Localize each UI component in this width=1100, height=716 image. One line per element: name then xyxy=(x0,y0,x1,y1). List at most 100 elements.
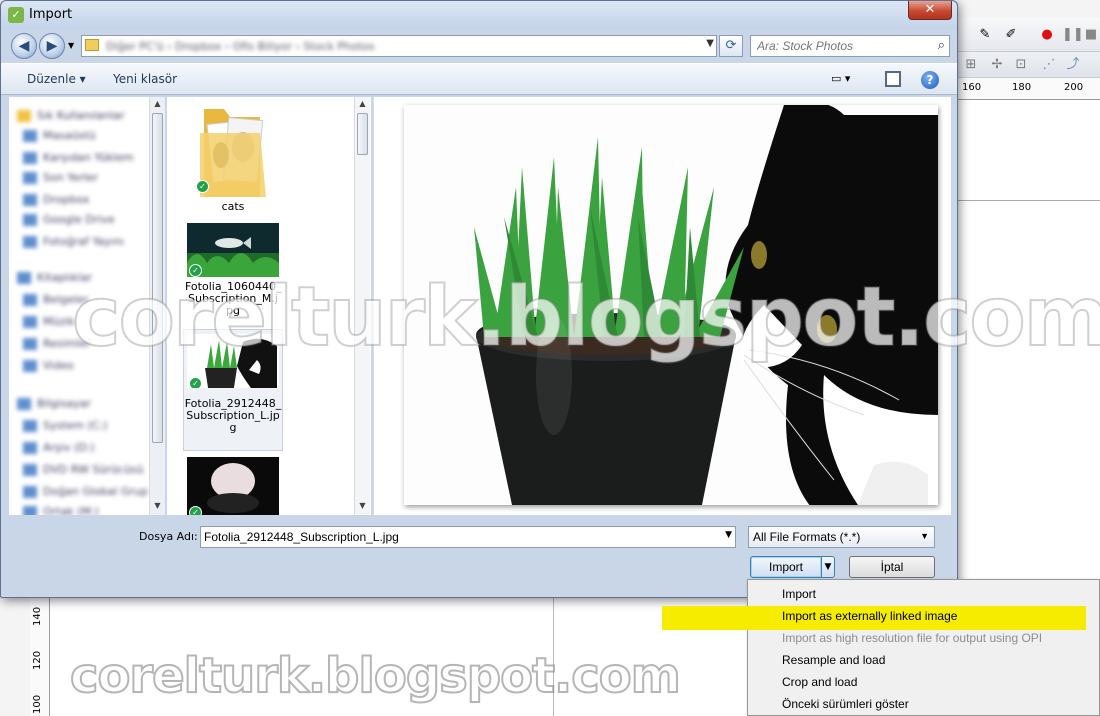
nav-folder-icon xyxy=(17,272,31,284)
list-item-selected[interactable]: ✓ Fotolia_2912448_ Subscription_L.jp g xyxy=(183,329,283,451)
nav-folder-icon xyxy=(23,420,37,432)
view-icon: ▭ ▾ xyxy=(831,72,851,85)
sidebar-item[interactable]: Dropbox xyxy=(23,193,89,209)
sidebar-item[interactable]: System (C:) xyxy=(23,419,108,435)
sidebar-item[interactable]: Son Yerler xyxy=(23,171,98,187)
tool-icon[interactable]: ✐ xyxy=(1002,26,1020,44)
import-dialog: ✓ Import ✕ ◀ ▶ ▼ Diğer PC'ü › Dropbox › … xyxy=(0,0,958,598)
refresh-button[interactable]: ⟳ xyxy=(719,35,743,57)
ruler-tick-label: 120 xyxy=(32,650,43,670)
filename-combobox[interactable]: ▼ xyxy=(200,526,736,548)
aquarium-thumbnail: ✓ xyxy=(187,223,279,277)
sync-check-icon: ✓ xyxy=(196,180,209,193)
nav-folder-icon xyxy=(23,506,37,515)
search-box[interactable]: ⌕ xyxy=(750,35,950,57)
import-options-menu: Import Import as externally linked image… xyxy=(662,579,1100,716)
list-item[interactable]: ✓ Fotolia_1060440_ Subscription_M.j pg xyxy=(185,223,282,317)
search-input[interactable] xyxy=(757,38,927,54)
address-bar[interactable]: Diğer PC'ü › Dropbox › Ofis Biliyor › St… xyxy=(81,35,717,57)
sidebar-item[interactable]: Resimler xyxy=(23,337,91,353)
menu-item-import-opi: Import as high resolution file for outpu… xyxy=(782,631,1043,645)
chevron-down-icon[interactable]: ▼ xyxy=(725,530,732,540)
nav-folder-icon xyxy=(23,214,37,226)
menu-item-previous-versions[interactable]: Önceki sürümleri göster xyxy=(782,694,909,714)
ruler-tick-label: 140 xyxy=(32,606,43,626)
record-icon[interactable]: ● xyxy=(1038,26,1056,44)
file-format-select[interactable]: All File Formats (*.*) ▼ xyxy=(748,526,935,548)
file-format-value: All File Formats (*.*) xyxy=(753,530,861,544)
search-icon[interactable]: ⌕ xyxy=(938,38,945,53)
menu-item-import[interactable]: Import xyxy=(782,584,816,604)
snap-icon[interactable]: ⊞ xyxy=(962,56,980,74)
pause-icon[interactable]: ❚❚ xyxy=(1062,26,1084,44)
breadcrumb[interactable]: Diğer PC'ü › Dropbox › Ofis Biliyor › St… xyxy=(106,40,374,53)
import-button[interactable]: Import xyxy=(750,556,822,578)
node-icon[interactable]: ⋰ xyxy=(1040,56,1058,74)
sidebar-item[interactable]: Kitaplıklar xyxy=(17,271,92,287)
corel-app-icon: ✓ xyxy=(8,7,24,23)
chevron-down-icon[interactable]: ▼ xyxy=(706,38,714,49)
nav-folder-icon xyxy=(23,316,37,328)
filename-input[interactable] xyxy=(204,529,710,545)
sidebar-item-label: System (C:) xyxy=(43,419,108,432)
sidebar-item-label: Fotoğraf Yayını xyxy=(43,235,124,248)
sidebar-item-label: Kitaplıklar xyxy=(37,271,93,284)
file-list: ✓ cats ✓ Fotolia_1060440_ Subscription_M… xyxy=(167,97,371,515)
background-toolbar: ✎ ✐ ● ❚❚ ■ xyxy=(958,18,1100,52)
nav-folder-icon xyxy=(23,486,37,498)
import-options-dropdown[interactable]: ▼ xyxy=(821,556,835,578)
sidebar-item[interactable]: Google Drive xyxy=(23,213,115,229)
list-item[interactable]: ✓ xyxy=(185,457,281,515)
sidebar-item[interactable]: Müzik xyxy=(23,315,75,331)
grid-icon[interactable]: ⊡ xyxy=(1012,56,1030,74)
new-folder-button[interactable]: Yeni klasör xyxy=(113,72,177,86)
forward-button[interactable]: ▶ xyxy=(39,33,65,59)
list-item[interactable]: ✓ cats xyxy=(185,103,281,213)
sidebar-item[interactable]: Video xyxy=(23,359,74,375)
menu-item-resample[interactable]: Resample and load xyxy=(782,650,885,670)
help-button[interactable]: ? xyxy=(921,71,939,89)
history-dropdown-icon[interactable]: ▼ xyxy=(68,41,74,50)
forward-arrow-icon: ▶ xyxy=(46,38,58,54)
sidebar-item[interactable]: Masaüstü xyxy=(23,129,96,145)
nav-scrollbar[interactable]: ▲ ▼ xyxy=(149,97,165,515)
sidebar-item[interactable]: Doğan Global Grup xyxy=(23,485,148,501)
sidebar-item[interactable]: Fotoğraf Yayını xyxy=(23,235,124,251)
file-list-scrollbar[interactable]: ▲ ▼ xyxy=(354,97,370,515)
white-cat-thumbnail: ✓ xyxy=(187,457,279,515)
ruler-tick-label: 180 xyxy=(1012,82,1032,93)
sidebar-item[interactable]: Ortak (M:) xyxy=(23,505,99,515)
sidebar-item[interactable]: DVD RW Sürücüsü xyxy=(23,463,144,479)
sidebar-item[interactable]: Arşiv (D:) xyxy=(23,441,95,457)
sidebar-item-label: Arşiv (D:) xyxy=(43,441,95,454)
nav-folder-icon xyxy=(23,194,37,206)
preview-pane-button[interactable] xyxy=(885,71,901,87)
back-button[interactable]: ◀ xyxy=(11,33,37,59)
chevron-down-icon: ▼ xyxy=(824,562,832,572)
nav-folder-icon xyxy=(23,130,37,142)
title-bar[interactable]: ✓ Import ✕ xyxy=(1,1,957,29)
cancel-button[interactable]: İptal xyxy=(849,556,935,578)
sidebar-item[interactable]: Sık Kullanılanlar xyxy=(17,109,125,125)
sidebar-item[interactable]: Karşıdan Yüklem xyxy=(23,151,134,167)
menu-item-import-linked[interactable]: Import as externally linked image xyxy=(782,606,957,626)
navigation-pane: Sık Kullanılanlar Masaüstü Karşıdan Yüklem… xyxy=(9,97,149,515)
sync-check-icon: ✓ xyxy=(189,264,202,277)
close-button[interactable]: ✕ xyxy=(908,1,952,20)
view-options-button[interactable]: ▭ ▾ xyxy=(831,72,865,88)
transform-icon[interactable]: ✢ xyxy=(988,56,1006,74)
sidebar-item-label: Resimler xyxy=(43,337,91,350)
edit-icon[interactable]: ✎ xyxy=(976,26,994,44)
curve-icon[interactable]: ⤴ xyxy=(1064,56,1082,74)
stop-icon[interactable]: ■ xyxy=(1082,26,1100,44)
sidebar-item-label: Belgeler xyxy=(43,293,89,306)
command-bar: Düzenle ▾ Yeni klasör ▭ ▾ ? xyxy=(1,63,957,95)
sidebar-item[interactable]: Bilgisayar xyxy=(17,397,91,413)
organize-menu[interactable]: Düzenle ▾ xyxy=(27,72,86,86)
file-name: Fotolia_2912448_ Subscription_L.jp g xyxy=(184,397,282,434)
menu-item-crop[interactable]: Crop and load xyxy=(782,672,857,692)
sidebar-item-label: Bilgisayar xyxy=(37,397,91,410)
ruler-tick-label: 200 xyxy=(1064,82,1084,93)
ruler-top: 160 180 200 xyxy=(958,78,1100,100)
sidebar-item[interactable]: Belgeler xyxy=(23,293,88,309)
